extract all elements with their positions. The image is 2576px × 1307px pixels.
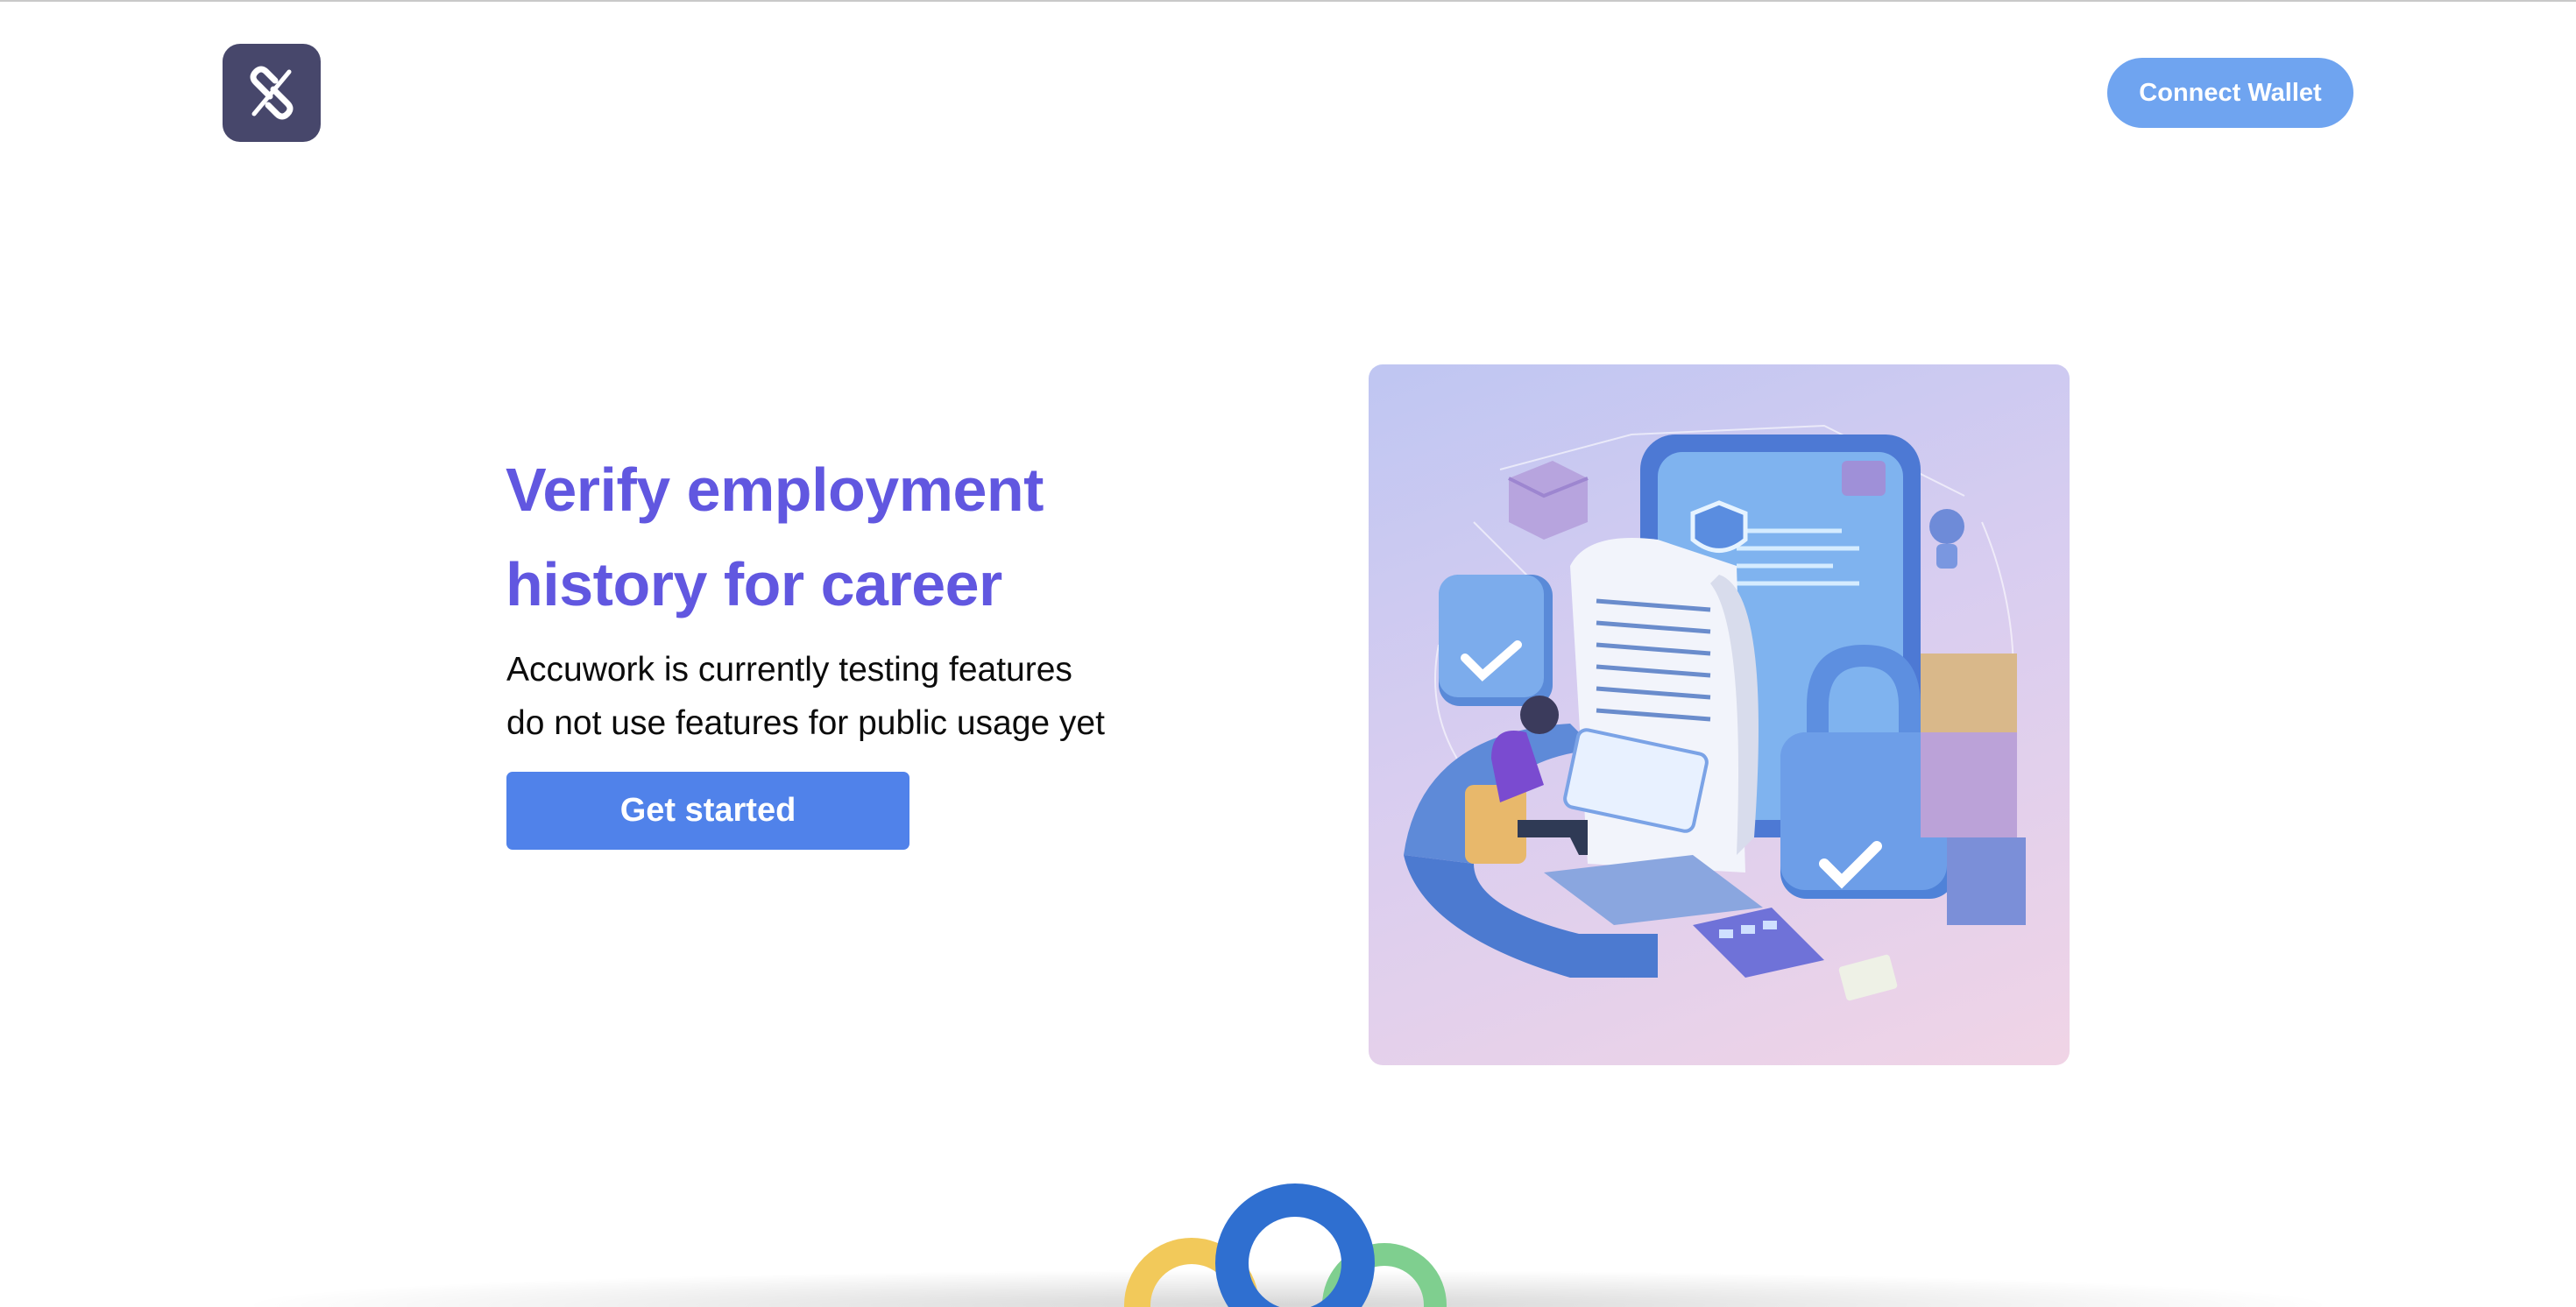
- hero-title-line-2: history for career: [506, 550, 1002, 618]
- hero-title: Verify employment history for career: [506, 442, 1171, 632]
- logo[interactable]: [223, 44, 321, 142]
- interlocking-rings-icon: [1124, 1183, 1447, 1307]
- top-border: [0, 0, 2576, 2]
- employment-verification-illustration: [1404, 424, 2026, 1001]
- chain-link-icon: [250, 66, 294, 120]
- hero-title-line-1: Verify employment: [506, 456, 1044, 524]
- hero-subtitle-line-1: Accuwork is currently testing features: [506, 651, 1072, 689]
- connect-wallet-button[interactable]: Connect Wallet: [2107, 58, 2353, 128]
- get-started-button[interactable]: Get started: [506, 772, 909, 850]
- hero-subtitle: Accuwork is currently testing features d…: [506, 643, 1207, 750]
- hero-subtitle-line-2: do not use features for public usage yet: [506, 704, 1105, 742]
- hero-illustration: [1369, 364, 2070, 1065]
